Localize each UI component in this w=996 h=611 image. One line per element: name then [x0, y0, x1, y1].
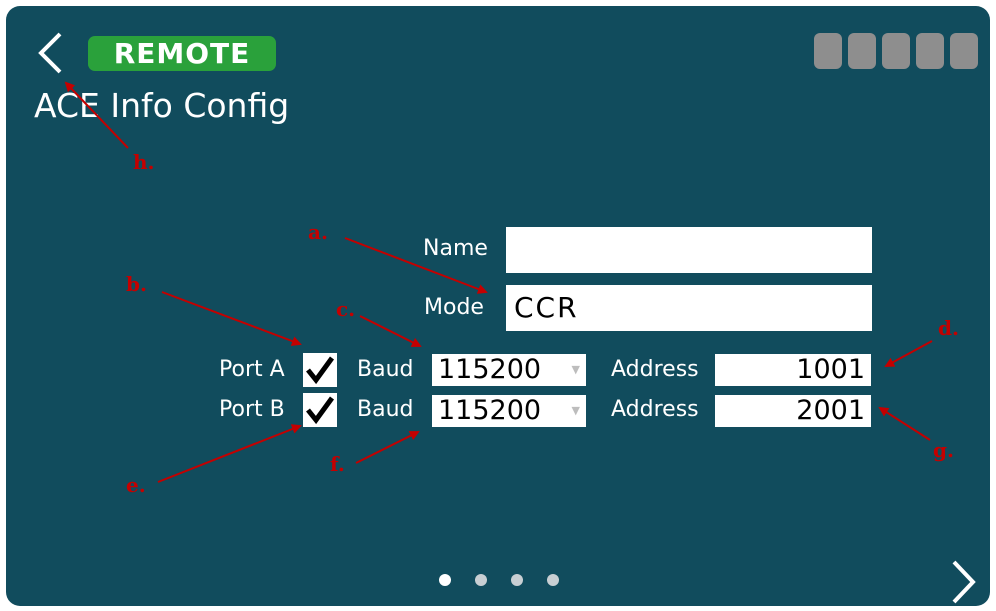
- port-a-checkbox[interactable]: [303, 353, 337, 387]
- status-square: [916, 33, 944, 69]
- port-a-baud-label: Baud: [357, 357, 414, 382]
- page-dot[interactable]: [511, 574, 523, 586]
- port-a-baud-value: 115200: [438, 354, 542, 385]
- port-b-baud-label: Baud: [357, 397, 414, 422]
- annotation-label-c: c.: [336, 297, 356, 321]
- port-b-address-field[interactable]: 2001: [715, 395, 871, 427]
- page-dot[interactable]: [475, 574, 487, 586]
- port-b-label: Port B: [219, 397, 285, 422]
- remote-badge: REMOTE: [88, 36, 276, 71]
- page-dot[interactable]: [547, 574, 559, 586]
- annotation-label-b: b.: [126, 272, 147, 296]
- dropdown-caret-icon: ▼: [571, 404, 580, 417]
- chevron-left-icon: [38, 32, 62, 74]
- mode-field[interactable]: CCR: [506, 285, 872, 331]
- device-screen: REMOTE ACE Info Config Name Mode CCR Por…: [6, 6, 990, 606]
- status-square: [848, 33, 876, 69]
- port-b-baud-select[interactable]: 115200 ▼: [432, 395, 586, 427]
- checkmark-icon: [303, 393, 337, 427]
- status-indicators: [814, 33, 978, 69]
- annotation-label-h: h.: [133, 150, 155, 174]
- name-label: Name: [423, 236, 488, 261]
- annotation-label-e: e.: [126, 473, 146, 497]
- next-page-button[interactable]: [948, 558, 978, 606]
- annotation-label-f: f.: [330, 452, 345, 476]
- mode-label: Mode: [424, 295, 484, 320]
- dropdown-caret-icon: ▼: [571, 363, 580, 376]
- annotation-label-d: d.: [938, 316, 959, 340]
- port-a-baud-select[interactable]: 115200 ▼: [432, 354, 586, 386]
- page-dot-active[interactable]: [439, 574, 451, 586]
- port-b-address-label: Address: [611, 397, 699, 422]
- page-indicator: [439, 574, 559, 586]
- status-square: [882, 33, 910, 69]
- status-square: [950, 33, 978, 69]
- checkmark-icon: [303, 353, 337, 387]
- port-b-checkbox[interactable]: [303, 393, 337, 427]
- port-a-address-field[interactable]: 1001: [715, 354, 871, 386]
- status-square: [814, 33, 842, 69]
- annotation-label-g: g.: [933, 438, 954, 462]
- port-a-address-label: Address: [611, 357, 699, 382]
- name-field[interactable]: [506, 227, 872, 273]
- port-b-baud-value: 115200: [438, 395, 542, 426]
- annotation-label-a: a.: [308, 220, 328, 244]
- port-a-label: Port A: [219, 357, 285, 382]
- back-button[interactable]: [36, 31, 66, 79]
- chevron-right-icon: [952, 560, 976, 604]
- page-title: ACE Info Config: [34, 86, 290, 125]
